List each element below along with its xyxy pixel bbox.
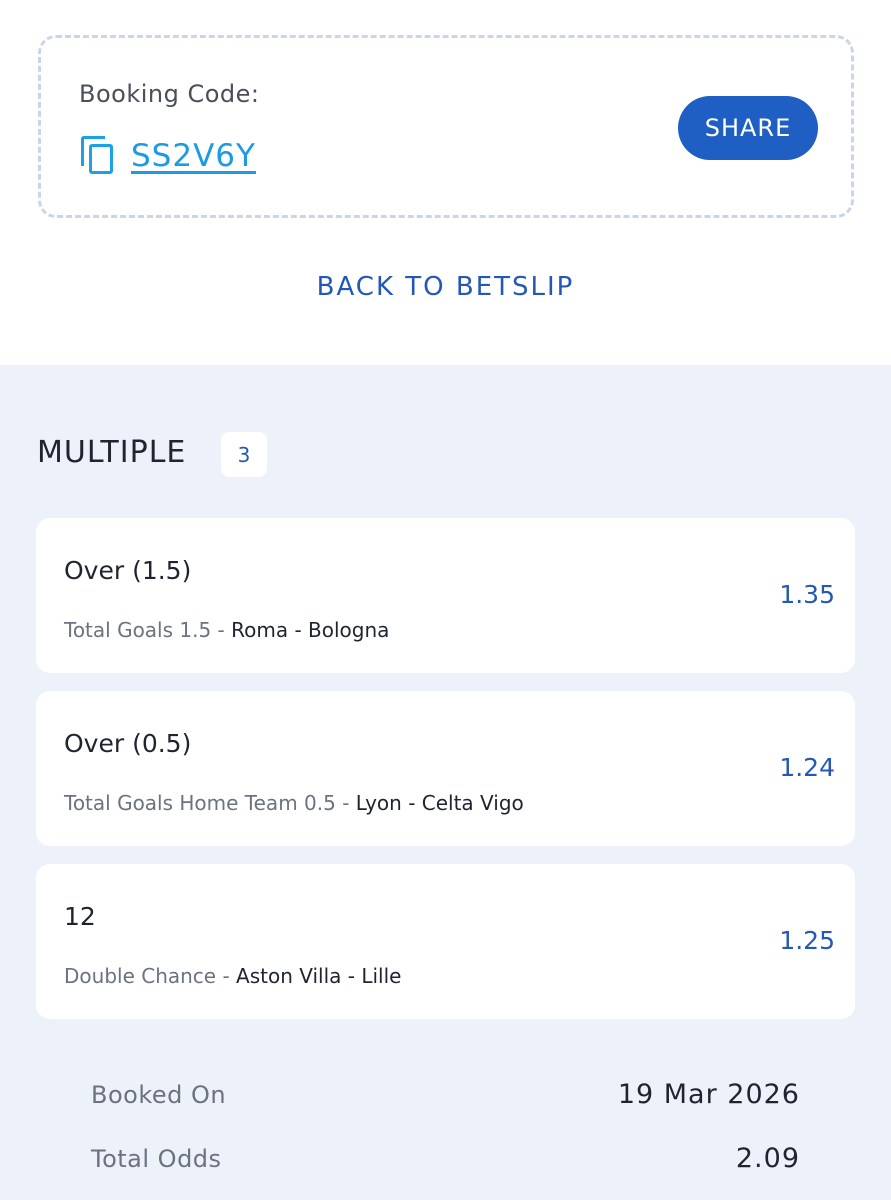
selection-odds: 1.25 — [779, 926, 835, 955]
booking-section: Booking Code: SS2V6Y SHARE BACK TO BETSL… — [0, 0, 891, 365]
copy-icon[interactable] — [81, 136, 117, 176]
booking-code-link[interactable]: SS2V6Y — [131, 138, 256, 174]
match-name: Roma - Bologna — [231, 618, 390, 642]
selection-card[interactable]: 12 Double Chance - Aston Villa - Lille 1… — [36, 864, 855, 1019]
booking-code-label: Booking Code: — [79, 80, 260, 108]
separator: - — [216, 964, 237, 988]
match-name: Aston Villa - Lille — [236, 964, 402, 988]
market-name: Total Goals 1.5 — [64, 618, 212, 642]
booking-code-row[interactable]: SS2V6Y — [81, 136, 256, 176]
selection-name: Over (1.5) — [64, 556, 192, 585]
booked-on-label: Booked On — [91, 1081, 227, 1109]
selection-details: Total Goals 1.5 - Roma - Bologna — [64, 618, 389, 642]
selection-count-badge: 3 — [221, 432, 267, 477]
total-odds-label: Total Odds — [91, 1145, 222, 1173]
selection-odds: 1.35 — [779, 580, 835, 609]
selection-name: Over (0.5) — [64, 729, 192, 758]
booking-code-box: Booking Code: SS2V6Y SHARE — [38, 35, 854, 218]
betslip-panel: MULTIPLE 3 Over (1.5) Total Goals 1.5 - … — [0, 365, 891, 1200]
selection-details: Double Chance - Aston Villa - Lille — [64, 964, 401, 988]
back-to-betslip-link[interactable]: BACK TO BETSLIP — [0, 272, 891, 302]
market-name: Double Chance — [64, 964, 217, 988]
bet-type-title: MULTIPLE — [37, 435, 187, 470]
share-button[interactable]: SHARE — [678, 96, 818, 160]
market-name: Total Goals Home Team 0.5 — [64, 791, 336, 815]
booked-on-value: 19 Mar 2026 — [617, 1079, 800, 1110]
separator: - — [335, 791, 356, 815]
separator: - — [211, 618, 232, 642]
selection-card[interactable]: Over (1.5) Total Goals 1.5 - Roma - Bolo… — [36, 518, 855, 673]
selection-odds: 1.24 — [779, 753, 835, 782]
match-name: Lyon - Celta Vigo — [355, 791, 524, 815]
total-odds-value: 2.09 — [735, 1143, 800, 1174]
selection-card[interactable]: Over (0.5) Total Goals Home Team 0.5 - L… — [36, 691, 855, 846]
selection-details: Total Goals Home Team 0.5 - Lyon - Celta… — [64, 791, 524, 815]
selection-name: 12 — [64, 902, 96, 931]
